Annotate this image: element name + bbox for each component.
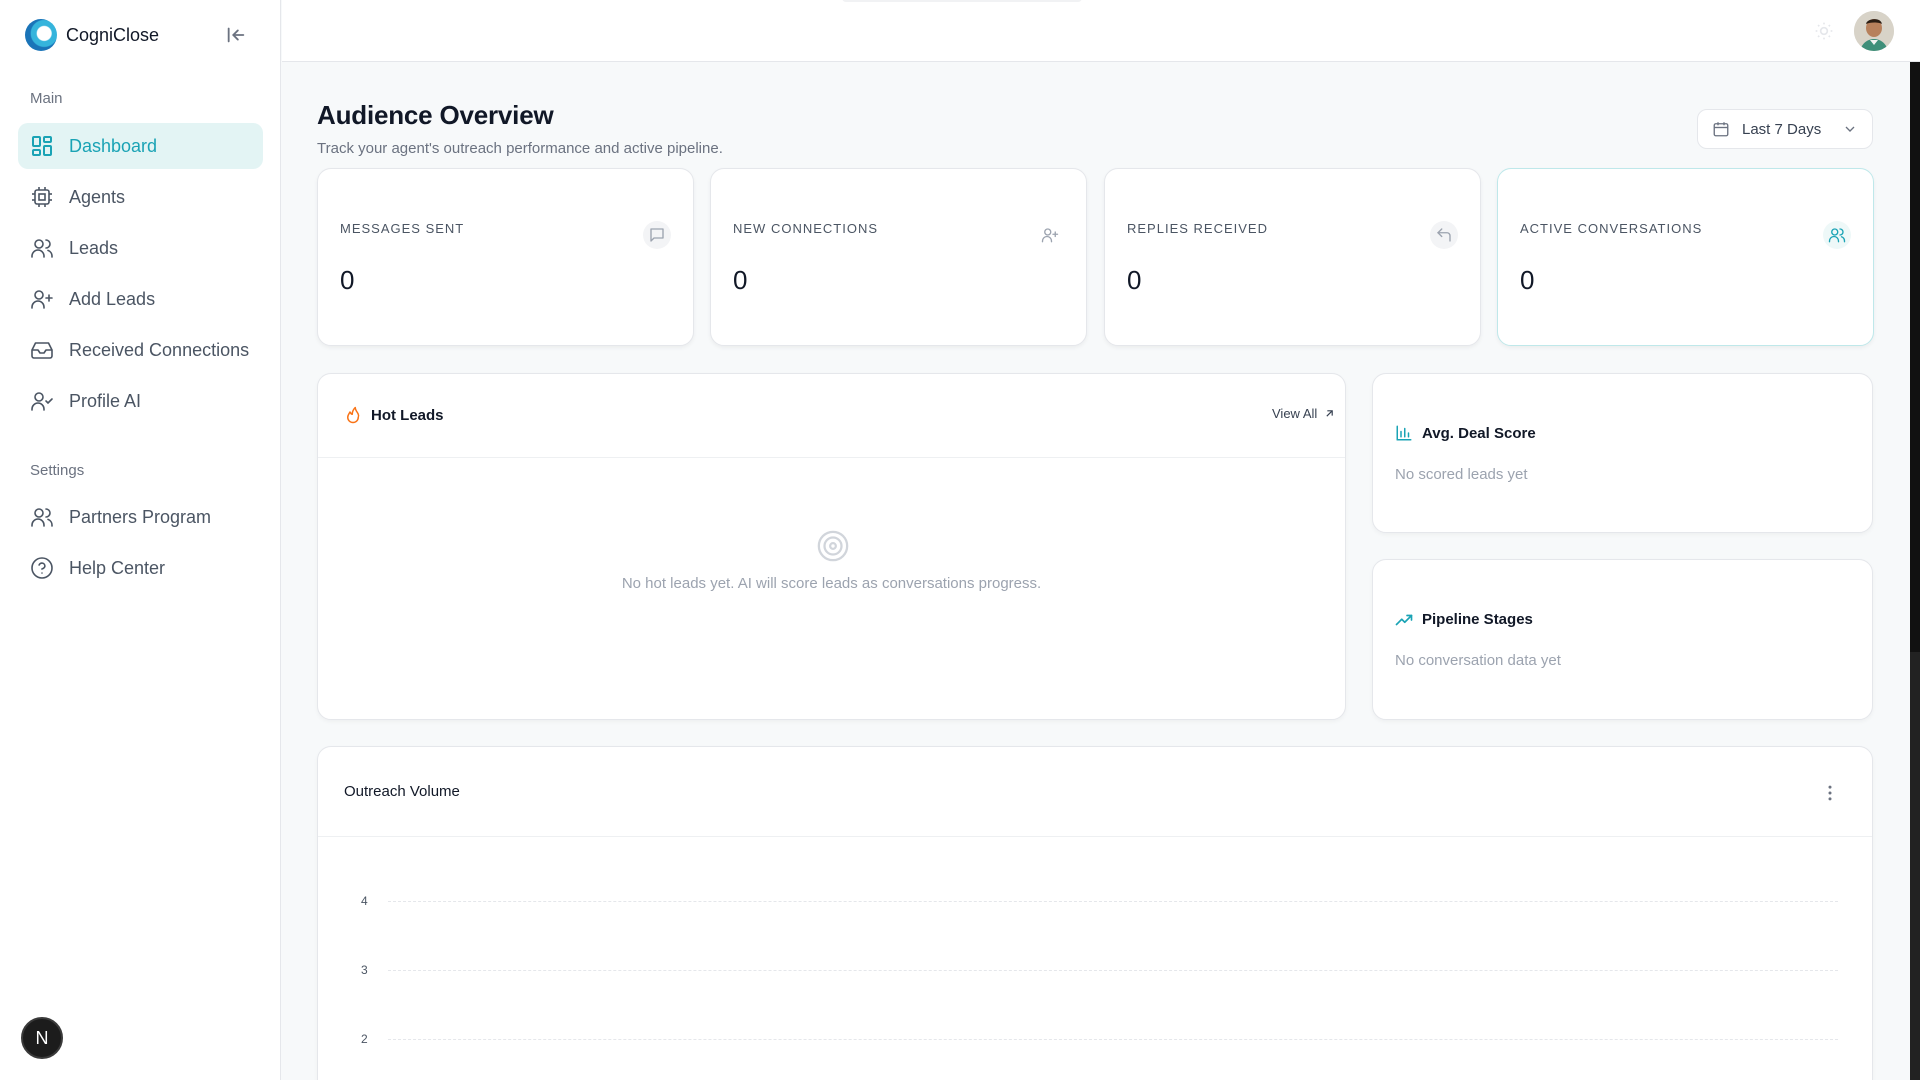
dev-badge[interactable]: N xyxy=(21,1017,63,1059)
top-search-pill[interactable] xyxy=(842,0,1082,2)
reply-icon xyxy=(1430,221,1458,249)
pipeline-card: Pipeline Stages No conversation data yet xyxy=(1372,559,1873,720)
sidebar-item-agents[interactable]: Agents xyxy=(18,174,263,220)
view-all-link[interactable]: View All xyxy=(1272,406,1336,421)
sidebar-item-label: Dashboard xyxy=(69,135,158,156)
stat-label: ACTIVE CONVERSATIONS xyxy=(1520,221,1703,236)
sun-icon[interactable] xyxy=(1814,21,1834,41)
sidebar-item-dashboard[interactable]: Dashboard xyxy=(18,123,263,169)
user-check-icon xyxy=(31,392,53,411)
brand[interactable]: CogniClose xyxy=(25,19,159,51)
sidebar-item-label: Agents xyxy=(69,186,126,207)
more-vertical-icon[interactable] xyxy=(1820,783,1840,803)
deal-score-empty: No scored leads yet xyxy=(1395,466,1528,483)
view-all-label: View All xyxy=(1272,406,1318,421)
grid-line xyxy=(388,901,1838,902)
help-circle-icon xyxy=(31,557,53,579)
page-subtitle: Track your agent's outreach performance … xyxy=(317,140,723,157)
stat-value: 0 xyxy=(1127,265,1142,295)
sidebar-item-label: Add Leads xyxy=(69,288,156,309)
pipeline-empty: No conversation data yet xyxy=(1395,652,1561,669)
stat-label: MESSAGES SENT xyxy=(340,221,465,236)
outreach-volume-card: Outreach Volume 4 3 2 xyxy=(317,746,1873,1080)
stat-card-active-conversations: ACTIVE CONVERSATIONS 0 xyxy=(1497,168,1874,346)
app-root: CogniClose Main Dashboard Agents Leads A… xyxy=(0,0,1920,1080)
collapse-sidebar-icon[interactable] xyxy=(225,24,247,46)
topbar xyxy=(282,0,1920,62)
date-range-label: Last 7 Days xyxy=(1742,120,1822,138)
inbox-icon xyxy=(31,342,53,359)
users-icon xyxy=(31,239,53,258)
date-range-select[interactable]: Last 7 Days xyxy=(1697,109,1873,149)
outreach-title: Outreach Volume xyxy=(344,783,460,800)
brand-logo xyxy=(25,19,57,51)
sidebar-item-leads[interactable]: Leads xyxy=(18,225,263,271)
deal-score-title: Avg. Deal Score xyxy=(1422,425,1536,442)
card-divider xyxy=(318,457,1345,458)
grid-line xyxy=(388,1039,1838,1040)
user-plus-icon xyxy=(1036,221,1064,249)
target-icon xyxy=(817,530,849,562)
stat-label: REPLIES RECEIVED xyxy=(1127,221,1268,236)
stat-card-replies-received: REPLIES RECEIVED 0 xyxy=(1104,168,1481,346)
section-label-main: Main xyxy=(30,90,63,107)
dashboard-icon xyxy=(32,136,52,156)
user-plus-icon xyxy=(31,290,53,309)
page-title: Audience Overview xyxy=(317,100,554,130)
card-divider xyxy=(318,836,1872,837)
message-icon xyxy=(643,221,671,249)
y-tick-label: 3 xyxy=(361,963,368,977)
stat-card-new-connections: NEW CONNECTIONS 0 xyxy=(710,168,1087,346)
brand-name: CogniClose xyxy=(66,24,160,45)
window-edge-top xyxy=(1910,62,1920,652)
flame-icon xyxy=(347,406,360,424)
deal-score-card: Avg. Deal Score No scored leads yet xyxy=(1372,373,1873,533)
arrow-up-right-icon xyxy=(1326,410,1334,417)
avatar[interactable] xyxy=(1854,11,1894,51)
chevron-down-icon xyxy=(1845,126,1855,132)
users-icon xyxy=(1823,221,1851,249)
sidebar-item-partners-program[interactable]: Partners Program xyxy=(18,494,263,540)
section-label-settings: Settings xyxy=(30,462,85,479)
sidebar-item-label: Help Center xyxy=(69,557,166,578)
hot-leads-title: Hot Leads xyxy=(371,407,444,424)
hot-leads-empty: No hot leads yet. AI will score leads as… xyxy=(621,575,1042,592)
stat-value: 0 xyxy=(1520,265,1535,295)
sidebar-item-profile-ai[interactable]: Profile AI xyxy=(18,378,263,424)
hot-leads-card: Hot Leads View All No hot leads yet. AI … xyxy=(317,373,1346,720)
sidebar-item-label: Profile AI xyxy=(69,390,142,411)
stat-label: NEW CONNECTIONS xyxy=(733,221,878,236)
stat-value: 0 xyxy=(340,265,355,295)
stat-card-messages-sent: MESSAGES SENT 0 xyxy=(317,168,694,346)
y-tick-label: 4 xyxy=(361,894,368,908)
users-icon xyxy=(31,508,53,527)
pipeline-title: Pipeline Stages xyxy=(1422,611,1533,628)
calendar-icon xyxy=(1713,122,1729,137)
sidebar-item-add-leads[interactable]: Add Leads xyxy=(18,276,263,322)
sidebar-item-label: Received Connections xyxy=(69,339,250,360)
trending-up-icon xyxy=(1395,614,1413,626)
sidebar-item-label: Partners Program xyxy=(69,506,212,527)
grid-line xyxy=(388,970,1838,971)
cpu-icon xyxy=(32,187,52,207)
sidebar: CogniClose Main Dashboard Agents Leads A… xyxy=(0,0,281,1080)
y-tick-label: 2 xyxy=(361,1032,368,1046)
sidebar-item-received-connections[interactable]: Received Connections xyxy=(18,327,263,373)
sidebar-item-label: Leads xyxy=(69,237,119,258)
bar-chart-icon xyxy=(1396,425,1412,441)
sidebar-item-help-center[interactable]: Help Center xyxy=(18,545,263,591)
stat-value: 0 xyxy=(733,265,748,295)
